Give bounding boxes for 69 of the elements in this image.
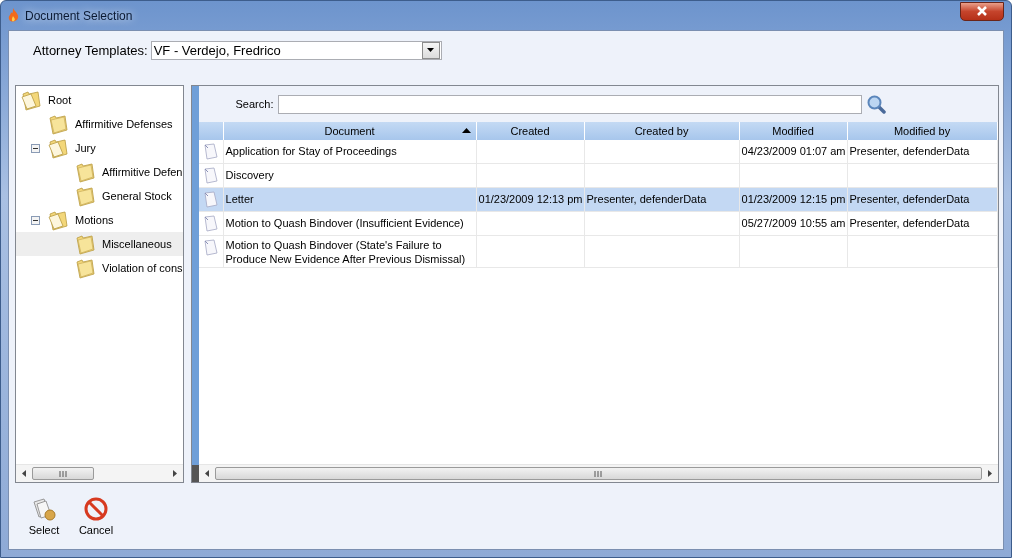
folder-icon bbox=[74, 257, 96, 279]
collapse-icon[interactable] bbox=[31, 215, 40, 225]
document-icon bbox=[202, 167, 219, 184]
grip-icon bbox=[59, 470, 67, 477]
document-icon bbox=[202, 143, 219, 160]
tree-item[interactable]: Jury bbox=[16, 136, 183, 160]
table-cell: Presenter, defenderData bbox=[849, 193, 970, 205]
table-row[interactable]: Motion to Quash Bindover (Insufficient Evidence) 05/27/2009 10:55 am Presenter, defenderData bbox=[198, 212, 998, 236]
column-header[interactable]: Modified by bbox=[847, 122, 998, 140]
table-cell-text: Motion to Quash Bindover (State's Failure to Produce New Evidence After Previous Dismissal) bbox=[225, 238, 467, 266]
document-icon bbox=[202, 215, 219, 232]
tree-item[interactable]: Affirmitive Defen bbox=[16, 160, 183, 184]
search-icon[interactable] bbox=[867, 94, 887, 114]
folder-icon bbox=[74, 161, 96, 183]
column-header[interactable]: Document bbox=[223, 122, 477, 140]
horizontal-scrollbar[interactable] bbox=[198, 464, 998, 482]
folder-icon bbox=[47, 137, 69, 159]
document-icon bbox=[202, 239, 219, 256]
scroll-left-icon[interactable] bbox=[204, 470, 209, 477]
column-header[interactable]: Modified bbox=[739, 122, 848, 140]
scroll-right-icon[interactable] bbox=[987, 470, 992, 477]
close-icon bbox=[976, 6, 988, 16]
caret-icon[interactable] bbox=[427, 48, 435, 52]
folder-icon bbox=[47, 209, 69, 231]
tree-item[interactable]: Affirmitive Defenses bbox=[16, 112, 183, 136]
sort-up-icon bbox=[461, 128, 471, 133]
table-cell: Discovery bbox=[225, 168, 274, 182]
field-label: Attorney Templates: bbox=[33, 42, 148, 58]
collapse-icon[interactable] bbox=[31, 143, 40, 153]
folder-icon bbox=[74, 233, 96, 255]
cancel-button[interactable]: Cancel bbox=[77, 497, 115, 536]
flame-icon bbox=[8, 8, 19, 23]
table-cell: Letter bbox=[225, 192, 254, 206]
search-field[interactable] bbox=[278, 94, 863, 114]
select-button[interactable]: Select bbox=[25, 497, 63, 536]
scroll-right-icon[interactable] bbox=[172, 470, 177, 477]
folder-icon bbox=[20, 89, 42, 111]
close-button[interactable] bbox=[960, 1, 1004, 21]
table-cell: 04/23/2009 01:07 am bbox=[741, 145, 846, 157]
window-title: Document Selection bbox=[25, 8, 133, 23]
document-icon bbox=[202, 191, 219, 208]
column-header[interactable]: Created by bbox=[584, 122, 740, 140]
table-cell: Motion to Quash Bindover (Insufficient Evidence) bbox=[225, 216, 464, 230]
table-row[interactable]: Letter 01/23/2009 12:13 pm Presenter, defenderData 01/23/2009 12:15 pm Presenter, defenderData bbox=[198, 188, 998, 212]
search-label: Search: bbox=[235, 98, 274, 110]
horizontal-scrollbar[interactable] bbox=[16, 464, 183, 482]
table-cell: Presenter, defenderData bbox=[849, 217, 970, 229]
table-cell: 01/23/2009 12:15 pm bbox=[741, 193, 846, 205]
documents-icon bbox=[31, 497, 57, 521]
tree-item[interactable]: Motions bbox=[16, 208, 183, 232]
tree-item[interactable]: General Stock bbox=[16, 184, 183, 208]
folder-icon bbox=[74, 185, 96, 207]
tree-item[interactable]: Violation of cons bbox=[16, 256, 183, 280]
grip-icon bbox=[594, 470, 603, 477]
table-row[interactable]: Application for Stay of Proceedings 04/23/2009 01:07 am Presenter, defenderData bbox=[198, 140, 998, 164]
table-row[interactable]: Motion to Quash Bindover (State's Failure to Produce New Evidence After Previous Dismissal) bbox=[198, 236, 998, 268]
column-header[interactable]: Created bbox=[476, 122, 585, 140]
scrollbar-corner bbox=[191, 465, 199, 482]
table-cell: 05/27/2009 10:55 am bbox=[741, 217, 846, 229]
table-cell: 01/23/2009 12:13 pm bbox=[478, 193, 583, 205]
table-cell: Presenter, defenderData bbox=[586, 193, 707, 205]
table-cell: Application for Stay of Proceedings bbox=[225, 144, 397, 158]
table-cell: Presenter, defenderData bbox=[849, 145, 970, 157]
tree-item[interactable]: Root bbox=[16, 88, 183, 112]
folder-icon bbox=[47, 113, 69, 135]
tree-item[interactable]: Miscellaneous bbox=[16, 232, 183, 256]
scroll-left-icon[interactable] bbox=[22, 470, 26, 477]
attorney-dropdown[interactable]: VF - Verdejo, Fredrico bbox=[150, 40, 442, 60]
cancel-icon bbox=[83, 497, 109, 521]
